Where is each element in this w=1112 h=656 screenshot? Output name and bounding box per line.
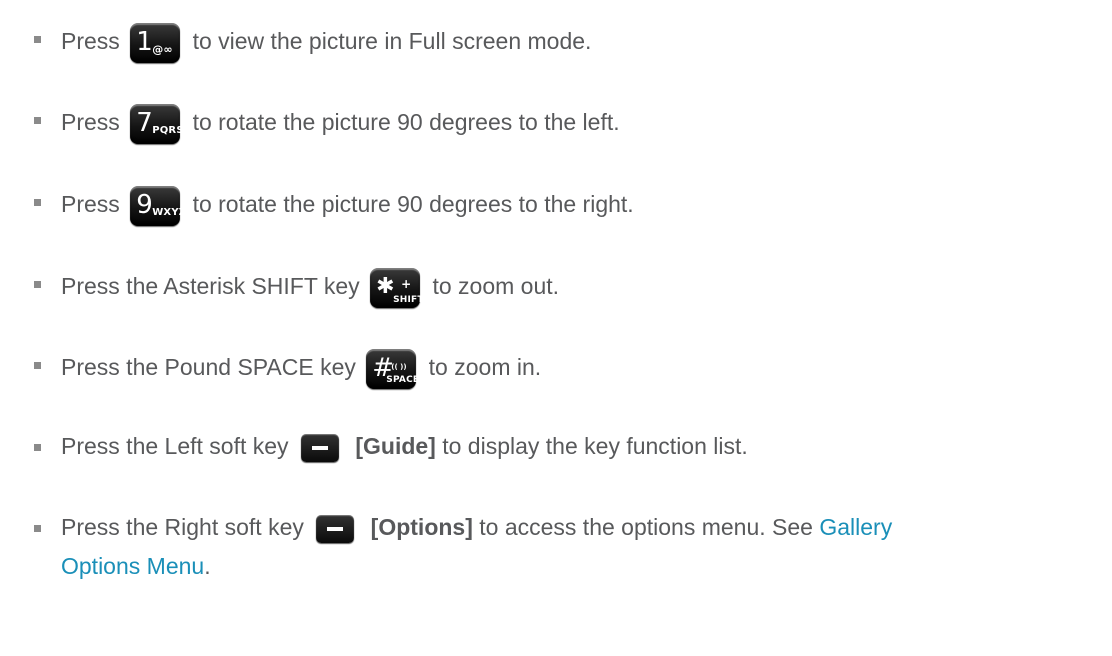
instruction-text: Press the Pound SPACE key — [61, 354, 356, 381]
guide-label: [Guide] — [355, 433, 436, 459]
instruction-text: Press the Asterisk SHIFT key — [61, 273, 360, 300]
bullet — [34, 362, 41, 369]
period: . — [204, 553, 211, 579]
instruction-text: Press — [61, 191, 120, 218]
instruction-text: to view the picture in Full screen mode. — [192, 28, 592, 55]
bullet — [34, 444, 41, 451]
instruction-text: to access the options menu. See — [479, 514, 813, 540]
bullet — [34, 199, 41, 206]
key-asterisk-shift-icon: ✱ + SHIFT — [370, 268, 424, 308]
instruction-text: to rotate the picture 90 degrees to the … — [192, 109, 620, 136]
bullet — [34, 36, 41, 43]
left-soft-key-icon — [300, 433, 339, 462]
key-7-icon: 7 PQRS — [130, 104, 184, 144]
bullet — [34, 117, 41, 124]
key-1-icon: 1 @∞ — [130, 23, 181, 63]
instruction-line: Press the Left soft key [Guide] to displ… — [61, 431, 748, 462]
instruction-text: to rotate the picture 90 degrees to the … — [192, 191, 634, 218]
instruction-line: Press the Pound SPACE key # (( )) SPACE … — [61, 349, 541, 389]
instruction-text: to zoom out. — [432, 273, 560, 300]
instruction-text: Press the Left soft key — [61, 433, 289, 459]
instruction-line-continued: Options Menu. — [61, 551, 211, 581]
instruction-text: Press — [61, 109, 120, 136]
instruction-text: to zoom in. — [428, 354, 542, 381]
instruction-line: Press 1 @∞ to view the picture in Full s… — [61, 23, 591, 63]
gallery-options-link[interactable]: Gallery — [819, 514, 892, 540]
instruction-text: Press the Right soft key — [61, 514, 304, 540]
key-pound-space-icon: # (( )) SPACE — [366, 349, 419, 389]
instruction-line: Press 9 WXYZ to rotate the picture 90 de… — [61, 186, 634, 226]
gallery-options-link-continued[interactable]: Options Menu — [61, 553, 204, 579]
instruction-line: Press the Right soft key [Options] to ac… — [61, 512, 892, 543]
bullet — [34, 281, 41, 288]
key-9-icon: 9 WXYZ — [130, 186, 186, 226]
instruction-text: to display the key function list. — [442, 433, 748, 459]
right-soft-key-icon — [316, 514, 355, 543]
instruction-text: Press — [61, 28, 120, 55]
options-label: [Options] — [370, 514, 473, 540]
instruction-line: Press the Asterisk SHIFT key ✱ + SHIFT t… — [61, 268, 559, 308]
bullet — [34, 525, 41, 532]
instruction-line: Press 7 PQRS to rotate the picture 90 de… — [61, 104, 620, 144]
